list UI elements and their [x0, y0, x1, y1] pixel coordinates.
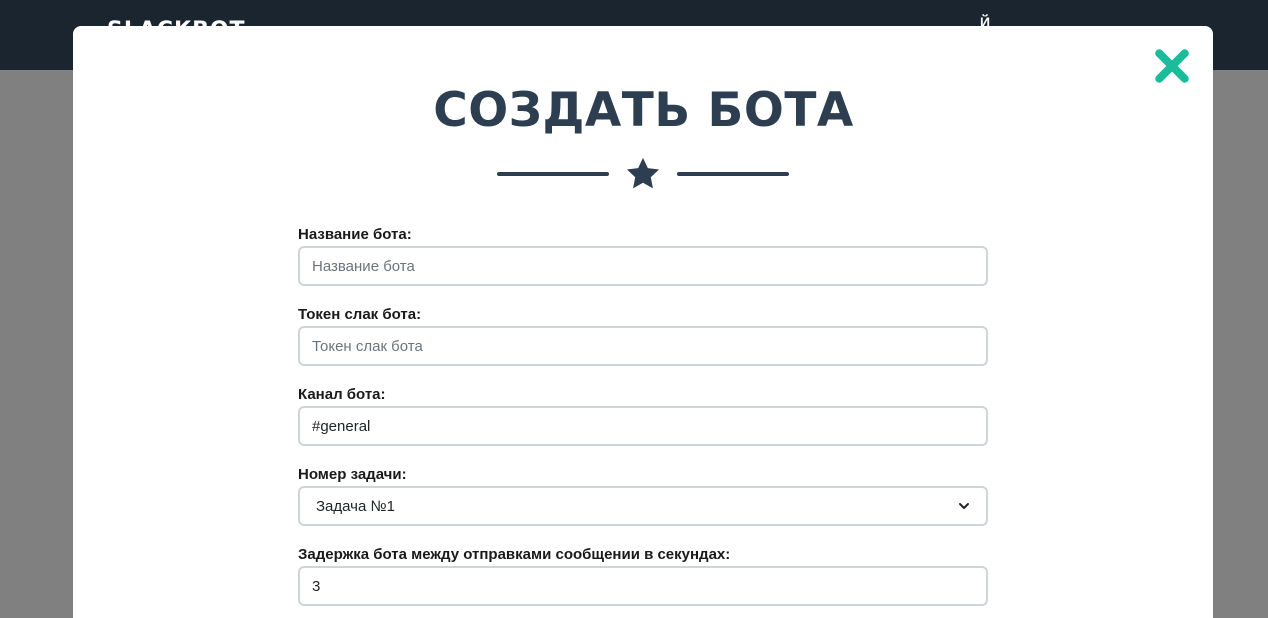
delay-input[interactable] [298, 566, 988, 606]
star-icon [626, 157, 660, 189]
slack-token-label: Токен слак бота: [298, 306, 422, 323]
task-number-label: Номер задачи: [298, 466, 407, 483]
modal-title: СОЗДАТЬ БОТА [433, 83, 854, 138]
task-number-select[interactable]: Задача №1 [298, 486, 988, 526]
delay-label: Задержка бота между отправками сообщении… [298, 546, 731, 563]
divider-line-right [677, 172, 789, 176]
slack-token-input[interactable] [298, 326, 988, 366]
bot-name-label: Название бота: [298, 226, 412, 243]
channel-input[interactable] [298, 406, 988, 446]
close-icon[interactable] [1153, 47, 1191, 85]
divider-line-left [497, 172, 609, 176]
bot-name-input[interactable] [298, 246, 988, 286]
chevron-down-icon [959, 503, 969, 509]
task-number-selected: Задача №1 [316, 497, 395, 515]
channel-label: Канал бота: [298, 386, 386, 403]
